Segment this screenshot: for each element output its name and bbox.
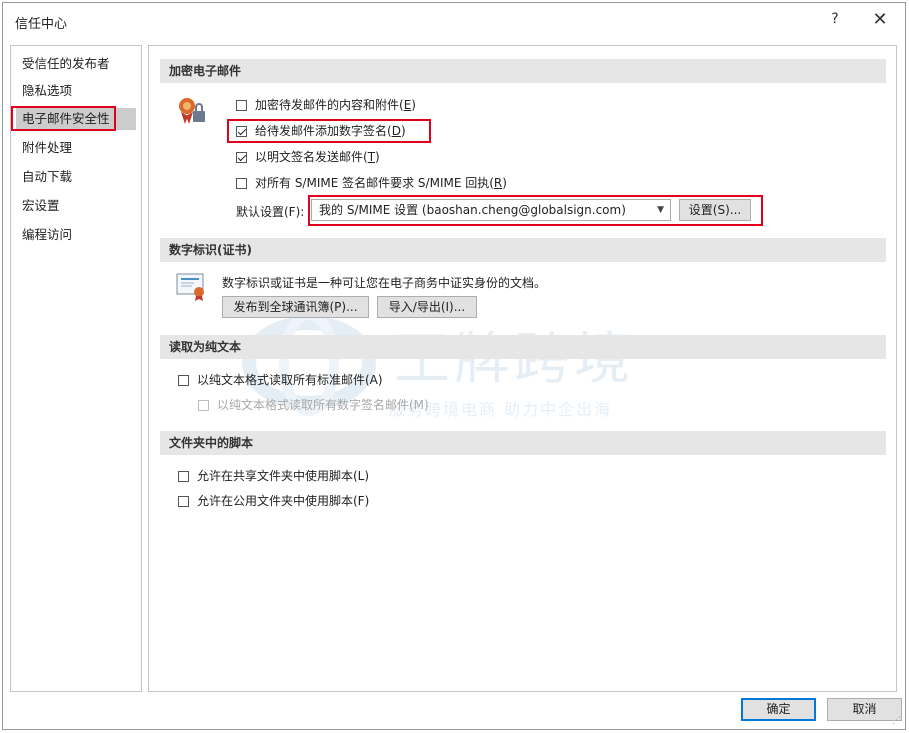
send-clear-text-accesskey: T bbox=[367, 150, 376, 164]
resize-grip-icon[interactable]: ⋰ bbox=[892, 716, 901, 726]
request-receipt-accesskey: R bbox=[493, 176, 503, 190]
section-header-read-plain-text: 读取为纯文本 bbox=[160, 335, 886, 359]
send-clear-text-option[interactable]: 以明文签名发送邮件(T) bbox=[236, 148, 380, 166]
request-receipt-suffix: ) bbox=[502, 176, 507, 190]
trust-center-dialog: 信任中心 ? ✕ 受信任的发布者 隐私选项 电子邮件安全性 附件处理 自动下载 … bbox=[2, 2, 906, 730]
settings-panel: 王牌跨境 服务跨境电商 助力中企出海 加密电子邮件 加密待发邮件的内容和附件(E… bbox=[148, 45, 897, 692]
default-setting-highlight-box bbox=[308, 195, 763, 226]
cancel-button[interactable]: 取消 bbox=[827, 698, 902, 721]
nav-item-macro-settings[interactable]: 宏设置 bbox=[16, 195, 66, 217]
scripts-public-folders-label: 允许在公用文件夹中使用脚本(F) bbox=[197, 494, 370, 508]
request-receipt-checkbox[interactable] bbox=[236, 178, 247, 189]
signature-highlight-box bbox=[227, 119, 431, 143]
scripts-shared-folders-checkbox[interactable] bbox=[178, 471, 189, 482]
read-standard-plain-text-label: 以纯文本格式读取所有标准邮件(A) bbox=[197, 373, 383, 387]
scripts-shared-folders-option[interactable]: 允许在共享文件夹中使用脚本(L) bbox=[178, 467, 369, 485]
digital-id-description: 数字标识或证书是一种可让您在电子商务中证实身份的文档。 bbox=[222, 276, 547, 290]
certificate-lock-icon bbox=[179, 98, 205, 124]
request-receipt-option[interactable]: 对所有 S/MIME 签名邮件要求 S/MIME 回执(R) bbox=[236, 174, 507, 192]
close-button[interactable]: ✕ bbox=[869, 9, 891, 30]
digital-certificate-icon bbox=[176, 273, 204, 301]
scripts-public-folders-checkbox[interactable] bbox=[178, 496, 189, 507]
encrypt-contents-label: 加密待发邮件的内容和附件( bbox=[255, 98, 404, 112]
read-standard-plain-text-option[interactable]: 以纯文本格式读取所有标准邮件(A) bbox=[178, 371, 383, 389]
nav-item-trusted-publishers[interactable]: 受信任的发布者 bbox=[16, 53, 116, 75]
title-bar: 信任中心 ? ✕ bbox=[3, 3, 905, 37]
read-signed-plain-text-option: 以纯文本格式读取所有数字签名邮件(M) bbox=[198, 396, 429, 414]
nav-item-programmatic-access[interactable]: 编程访问 bbox=[16, 224, 78, 246]
nav-item-automatic-download[interactable]: 自动下载 bbox=[16, 166, 78, 188]
publish-to-gal-button[interactable]: 发布到全球通讯簿(P)... bbox=[222, 296, 369, 318]
nav-item-privacy-options[interactable]: 隐私选项 bbox=[16, 80, 78, 102]
section-header-digital-id: 数字标识(证书) bbox=[160, 238, 886, 262]
section-header-encrypt-email: 加密电子邮件 bbox=[160, 59, 886, 83]
category-nav: 受信任的发布者 隐私选项 电子邮件安全性 附件处理 自动下载 宏设置 编程访问 bbox=[10, 45, 142, 692]
request-receipt-label: 对所有 S/MIME 签名邮件要求 S/MIME 回执( bbox=[255, 176, 494, 190]
read-signed-plain-text-label: 以纯文本格式读取所有数字签名邮件(M) bbox=[217, 398, 429, 412]
send-clear-text-suffix: ) bbox=[375, 150, 380, 164]
scripts-shared-folders-label: 允许在共享文件夹中使用脚本(L) bbox=[197, 469, 370, 483]
import-export-button[interactable]: 导入/导出(I)... bbox=[377, 296, 477, 318]
send-clear-text-checkbox[interactable] bbox=[236, 152, 247, 163]
send-clear-text-label: 以明文签名发送邮件( bbox=[255, 150, 368, 164]
scripts-public-folders-option[interactable]: 允许在公用文件夹中使用脚本(F) bbox=[178, 492, 369, 510]
encrypt-contents-checkbox[interactable] bbox=[236, 100, 247, 111]
nav-item-attachment-handling[interactable]: 附件处理 bbox=[16, 137, 78, 159]
encrypt-contents-suffix: ) bbox=[411, 98, 416, 112]
encrypt-contents-option[interactable]: 加密待发邮件的内容和附件(E) bbox=[236, 96, 416, 114]
default-setting-label: 默认设置(F): bbox=[236, 205, 305, 219]
dialog-title: 信任中心 bbox=[15, 17, 68, 32]
ok-button[interactable]: 确定 bbox=[741, 698, 816, 721]
nav-highlight-box bbox=[11, 106, 116, 131]
section-header-folder-scripts: 文件夹中的脚本 bbox=[160, 431, 886, 455]
read-standard-plain-text-checkbox[interactable] bbox=[178, 375, 189, 386]
help-button[interactable]: ? bbox=[825, 11, 845, 27]
read-signed-plain-text-checkbox bbox=[198, 400, 209, 411]
